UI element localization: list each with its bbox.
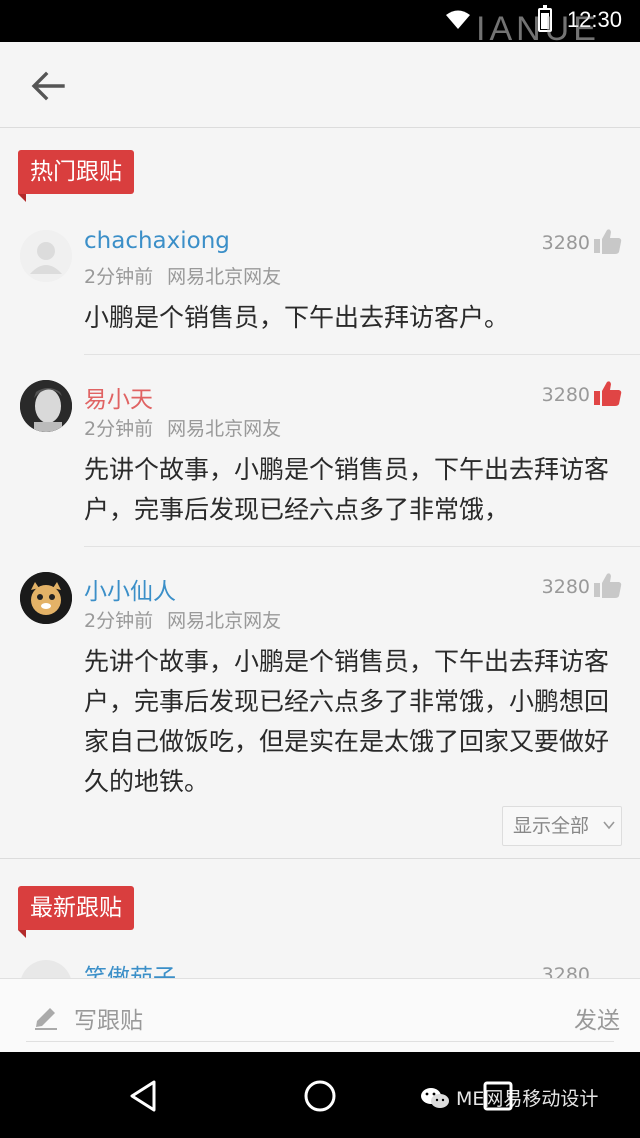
back-button[interactable] [26,66,70,106]
arrow-left-icon [31,71,65,101]
like-count: 3280 [541,232,590,254]
comment-text: 先讲个故事，小鹏是个销售员，下午出去拜访客户，完事后发现已经六点多了非常饿， [84,455,610,524]
like-count: 3280 [541,576,590,598]
wechat-icon [421,1087,449,1108]
comment-text: 小鹏是个销售员，下午出去拜访客户。 [84,303,510,332]
toolbar [0,42,640,128]
comment-location: 网易北京网友 [167,418,282,440]
avatar[interactable] [20,380,72,432]
avatar[interactable] [20,572,72,624]
chevron-down-icon [603,821,615,830]
home-circle-icon[interactable] [300,1076,340,1116]
thumbs-up-icon[interactable] [594,572,622,598]
comment-meta: 2分钟前 网易北京网友 [84,262,281,289]
send-button[interactable]: 发送 [574,1001,620,1035]
latest-comments-tag: 最新跟贴 [18,886,134,938]
compose-bar: 写跟贴 发送 [0,978,640,1052]
comment-input[interactable]: 写跟贴 [74,1001,143,1035]
username[interactable]: 易小天 [84,380,153,414]
navigation-bar: ME网易移动设计 [0,1052,640,1138]
wifi-icon [446,10,470,29]
comment-time: 2分钟前 [84,610,154,632]
hot-comments-tag: 热门跟贴 [18,150,134,202]
comment-meta: 2分钟前 网易北京网友 [84,414,281,441]
comment-meta: 2分钟前 网易北京网友 [84,606,281,633]
thumbs-up-icon[interactable] [594,228,622,254]
divider [84,354,640,355]
user-photo-icon [20,572,72,624]
comment-text: 先讲个故事，小鹏是个销售员，下午出去拜访客户，完事后发现已经六点多了非常饿，小鹏… [84,647,610,796]
user-photo-icon [20,380,72,432]
divider [84,546,640,547]
comment-time: 2分钟前 [84,418,154,440]
section-divider [0,858,640,859]
pencil-icon [35,1008,57,1030]
back-triangle-icon[interactable] [124,1076,164,1116]
username[interactable]: 小小仙人 [84,572,176,606]
thumbs-up-icon[interactable] [594,380,622,406]
comment-location: 网易北京网友 [167,610,282,632]
avatar[interactable] [20,230,72,282]
username[interactable]: chachaxiong [84,228,230,254]
input-underline [26,1041,614,1042]
show-all-button[interactable]: 显示全部 [502,806,622,846]
show-all-label: 显示全部 [513,815,590,837]
wechat-watermark: ME网易移动设计 [420,1084,598,1111]
watermark-text: ME网易移动设计 [456,1088,599,1110]
like-count: 3280 [541,384,590,406]
default-avatar-icon [20,230,72,282]
comment-time: 2分钟前 [84,266,154,288]
comment-location: 网易北京网友 [167,266,282,288]
